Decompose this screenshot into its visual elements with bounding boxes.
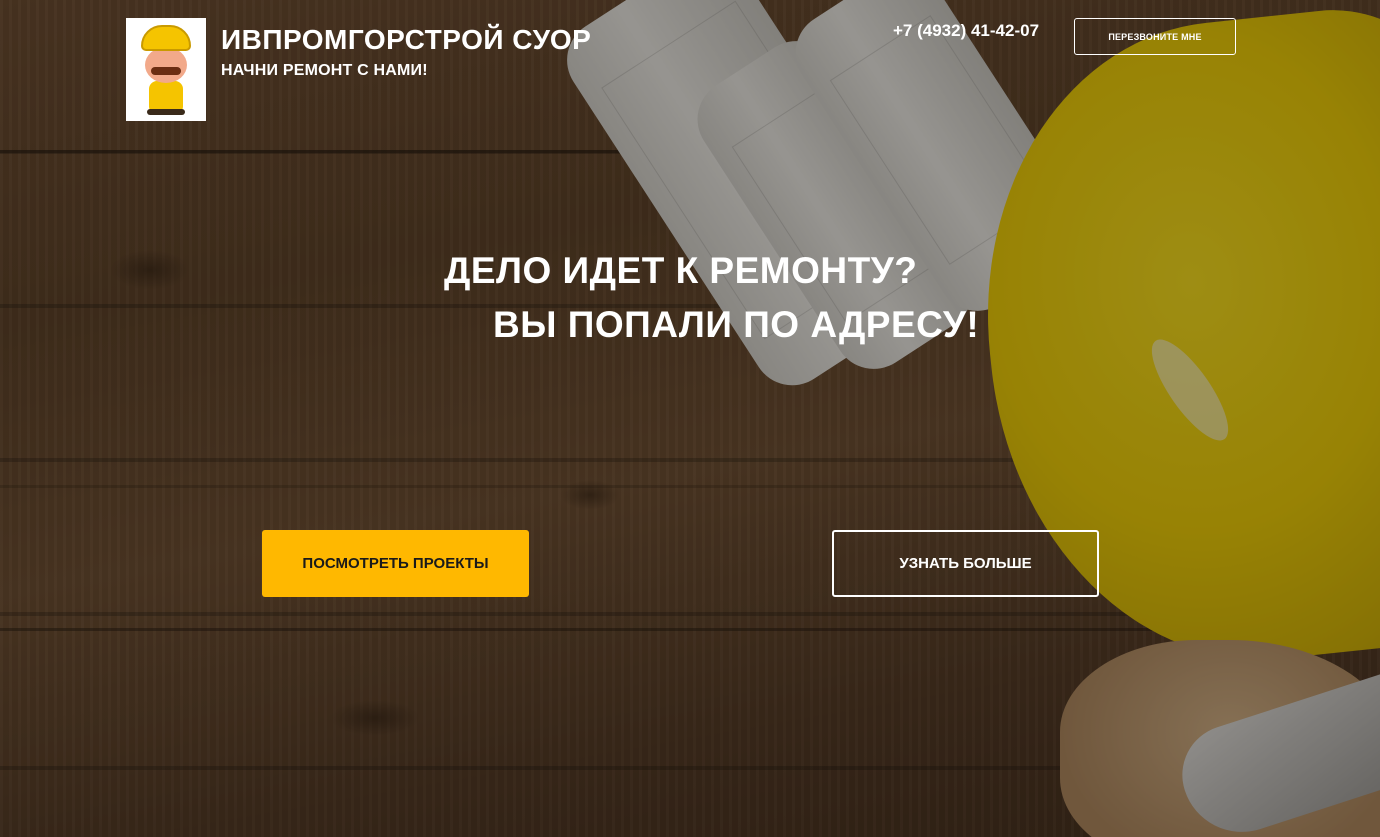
learn-more-button[interactable]: УЗНАТЬ БОЛЬШЕ	[832, 530, 1099, 597]
hero-headline-line2: ВЫ ПОПАЛИ ПО АДРЕСУ!	[493, 304, 980, 345]
logo[interactable]	[126, 18, 206, 121]
phone-number[interactable]: +7 (4932) 41-42-07	[893, 21, 1039, 41]
callback-button[interactable]: ПЕРЕЗВОНИТЕ МНЕ	[1074, 18, 1236, 55]
builder-mascot-icon	[135, 23, 197, 117]
hero-headline-line1: ДЕЛО ИДЕТ К РЕМОНТУ?	[444, 250, 918, 291]
dark-overlay	[0, 0, 1380, 837]
brand-title: ИВПРОМГОРСТРОЙ СУОР	[221, 24, 592, 55]
brand-subtitle: НАЧНИ РЕМОНТ С НАМИ!	[221, 62, 428, 79]
view-projects-button[interactable]: ПОСМОТРЕТЬ ПРОЕКТЫ	[262, 530, 529, 597]
hero-section: ИВПРОМГОРСТРОЙ СУОР НАЧНИ РЕМОНТ С НАМИ!…	[0, 0, 1380, 837]
